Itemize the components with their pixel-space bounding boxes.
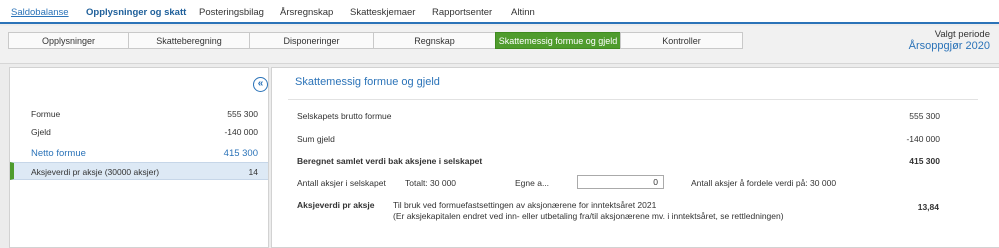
- tab-skattemessig-formue-og-gjeld[interactable]: Skattemessig formue og gjeld: [495, 32, 621, 49]
- tab-disponeringer[interactable]: Disponeringer: [249, 32, 374, 49]
- summary-label: Aksjeverdi pr aksje (30000 aksjer): [31, 167, 160, 177]
- summary-row-gjeld: Gjeld -140 000: [10, 123, 268, 140]
- own-shares-label: Egne a...: [515, 178, 550, 188]
- shares-to-distribute: Antall aksjer å fordele verdi på: 30 000: [691, 178, 837, 188]
- per-share-note-guidance: (Er aksjekapitalen endret ved inn- eller…: [393, 211, 784, 221]
- top-navigation: Saldobalanse Opplysninger og skatt Poste…: [0, 0, 999, 24]
- per-share-label: Aksjeverdi pr aksje: [297, 200, 375, 210]
- nav-rapportsenter[interactable]: Rapportsenter: [432, 7, 492, 18]
- nav-saldobalanse[interactable]: Saldobalanse: [11, 7, 69, 18]
- tab-regnskap[interactable]: Regnskap: [373, 32, 496, 49]
- nav-altinn[interactable]: Altinn: [511, 7, 535, 18]
- summary-value: -140 000: [224, 127, 258, 137]
- nav-arsregnskap[interactable]: Årsregnskap: [280, 7, 333, 18]
- own-shares-input[interactable]: [577, 175, 664, 189]
- tab-skatteberegning[interactable]: Skatteberegning: [128, 32, 250, 49]
- summary-value: 555 300: [227, 109, 258, 119]
- row-label: Beregnet samlet verdi bak aksjene i sels…: [297, 156, 483, 166]
- shares-label: Antall aksjer i selskapet: [297, 178, 386, 188]
- per-share-value: 13,84: [917, 202, 939, 212]
- nav-skatteskjemaer[interactable]: Skatteskjemaer: [350, 7, 415, 18]
- summary-row-aksjeverdi[interactable]: Aksjeverdi pr aksje (30000 aksjer) 14: [10, 162, 268, 180]
- period-selector[interactable]: Årsoppgjør 2020: [909, 40, 990, 52]
- title-divider: [288, 99, 978, 100]
- summary-label: Gjeld: [31, 127, 51, 137]
- row-label: Selskapets brutto formue: [297, 111, 392, 121]
- summary-value: 14: [248, 167, 258, 177]
- summary-value: 415 300: [223, 148, 258, 159]
- tab-bar: Opplysninger Skatteberegning Disponering…: [0, 26, 999, 64]
- collapse-panel-icon[interactable]: «: [253, 77, 268, 92]
- nav-posteringsbilag[interactable]: Posteringsbilag: [199, 7, 264, 18]
- row-value: 555 300: [909, 111, 940, 121]
- row-label: Sum gjeld: [297, 134, 335, 144]
- nav-opplysninger-og-skatt[interactable]: Opplysninger og skatt: [86, 7, 186, 18]
- row-value: 415 300: [909, 156, 940, 166]
- summary-row-formue: Formue 555 300: [10, 105, 268, 122]
- shares-total: Totalt: 30 000: [405, 178, 457, 188]
- summary-label: Netto formue: [31, 148, 86, 159]
- tab-kontroller[interactable]: Kontroller: [620, 32, 743, 49]
- per-share-note: Til bruk ved formuefastsettingen av aksj…: [393, 200, 657, 210]
- summary-label: Formue: [31, 109, 61, 119]
- summary-panel: « Formue 555 300 Gjeld -140 000 Netto fo…: [9, 67, 269, 248]
- row-value: -140 000: [906, 134, 940, 144]
- page-title: Skattemessig formue og gjeld: [295, 76, 440, 88]
- summary-row-netto-formue[interactable]: Netto formue 415 300: [10, 144, 268, 161]
- main-panel: Skattemessig formue og gjeld Selskapets …: [271, 67, 999, 248]
- tab-opplysninger[interactable]: Opplysninger: [8, 32, 129, 49]
- row-brutto-formue: Selskapets brutto formue 555 300: [272, 108, 999, 124]
- period-label: Valgt periode: [934, 29, 990, 40]
- row-sum-gjeld: Sum gjeld -140 000: [272, 131, 999, 147]
- row-samlet-verdi: Beregnet samlet verdi bak aksjene i sels…: [272, 153, 999, 169]
